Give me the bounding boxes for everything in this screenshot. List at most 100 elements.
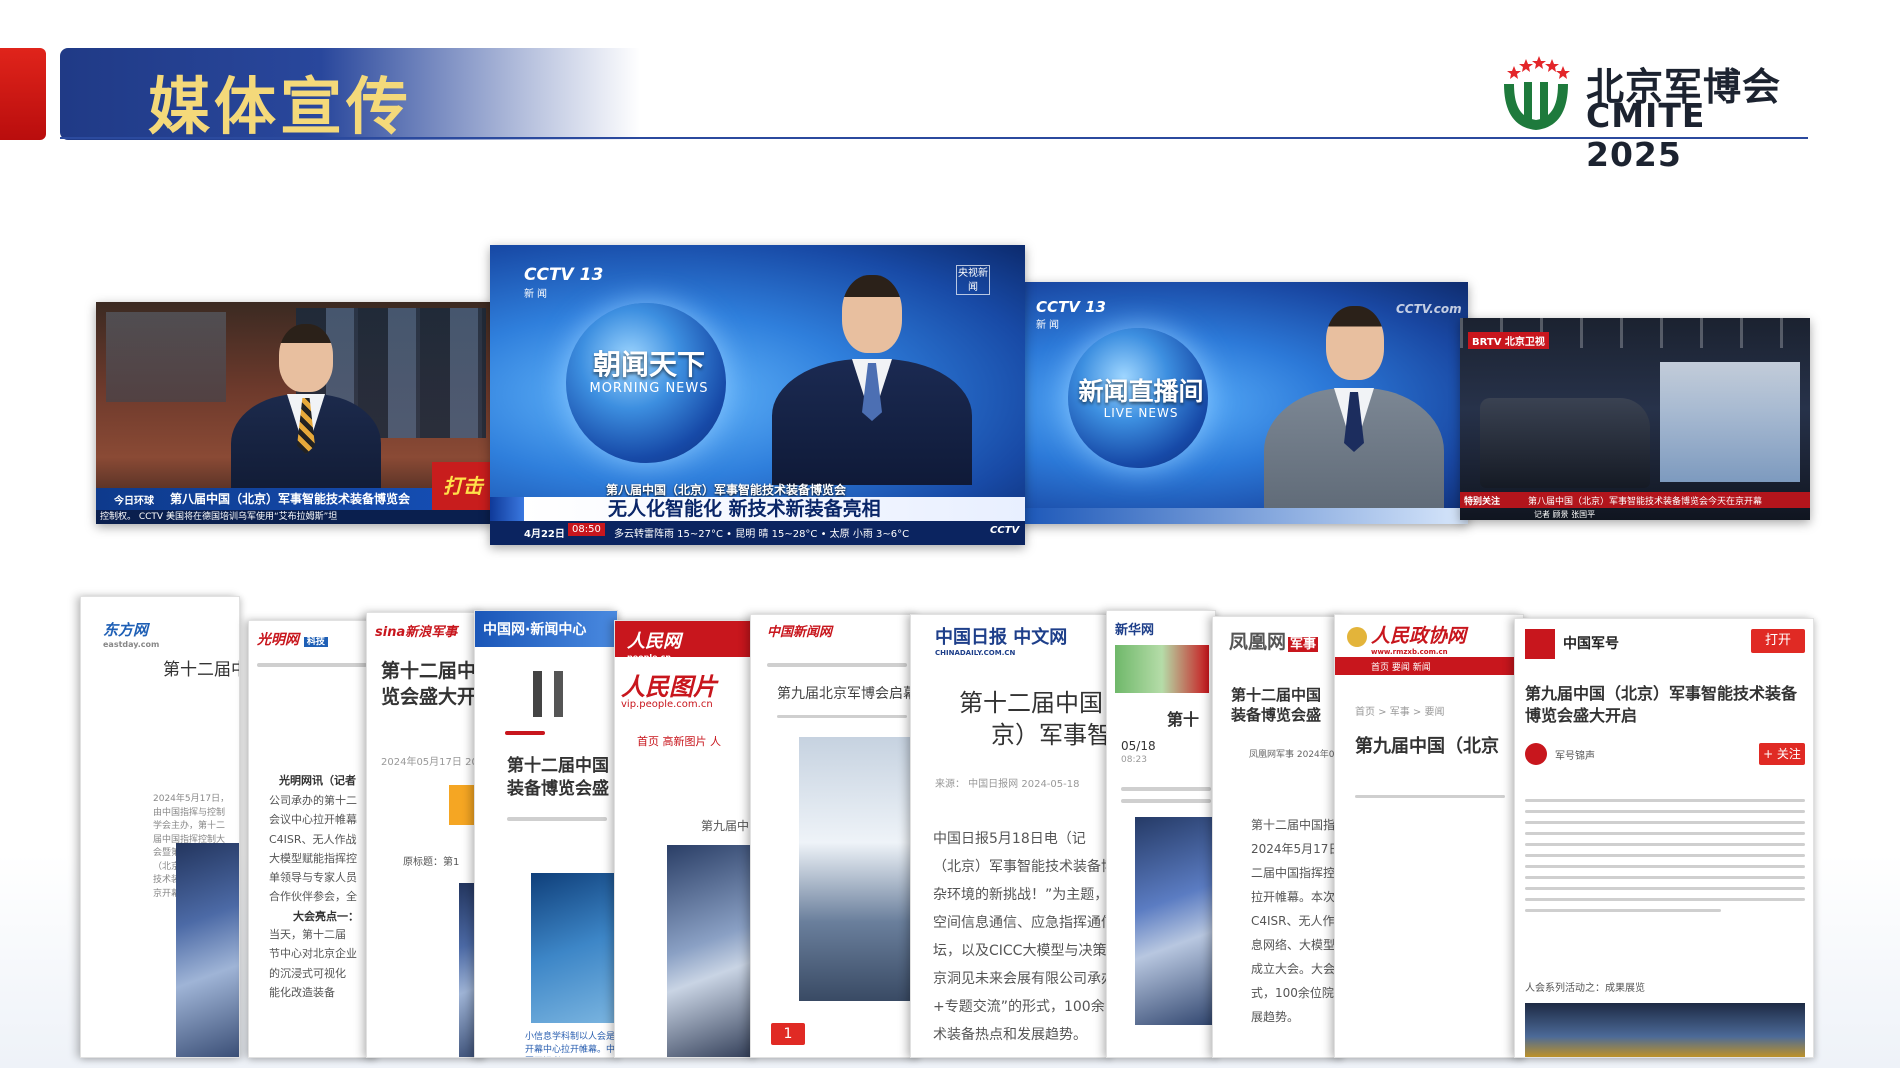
program-subtitle: LIVE NEWS: [1103, 406, 1179, 420]
article-ifeng: 凤凰网军事 第十二届中国装备博览会盛 凤凰网军事 2024年05月17 第十二届…: [1212, 616, 1342, 1058]
sina-logo: sina新浪军事: [375, 625, 458, 640]
article-title: 第九届中国（北京）军事智能技术装备 博览会盛大开启: [1525, 684, 1798, 726]
tv-frame-4: BRTV 北京卫视 特别关注 第八届中国（北京）军事智能技术装备博览会今天在京开…: [1460, 318, 1810, 520]
red-accent-tab: [0, 48, 46, 140]
chinamilitary-icon: [1525, 629, 1555, 659]
chinanet-logo: 中国网·新闻中心: [483, 622, 587, 638]
anchor-figure: [1264, 306, 1444, 524]
banner-text: 第八届中国（北京）军事智能技术装备博览会: [170, 492, 411, 506]
armored-vehicle: [1480, 398, 1650, 488]
cmite-emblem-icon: [1504, 56, 1570, 130]
article-title: 第十: [1167, 710, 1200, 729]
article-title: 第九届北京军博会启幕: [777, 686, 917, 702]
studio-panel: [106, 312, 226, 402]
article-title: 第十二届中国 京）军事智: [959, 689, 1110, 750]
tv-frame-3: CCTV 13 新闻 CCTV.com 新闻直播间 LIVE NEWS: [1016, 282, 1468, 524]
banner-tag: 特别关注: [1464, 497, 1501, 507]
rmzxb-logo: 人民政协网 www.rmzxb.com.cn: [1347, 621, 1466, 656]
article-sina: sina新浪军事 第十二届中 览会盛大开 2024年05月17日 20:23 原标…: [366, 612, 484, 1058]
article-date: 2024年05月17日 20:23: [381, 757, 484, 768]
time-text: 08:50: [568, 523, 605, 536]
header-photo: [515, 671, 575, 717]
eastday-logo: 东方网 eastday.com: [103, 621, 160, 649]
article-source: 凤凰网军事 2024年05月17: [1249, 750, 1341, 760]
program-subtitle: MORNING NEWS: [589, 381, 709, 396]
xinhua-logo: 新华网: [1115, 623, 1155, 638]
people-logo: 人民网 people.cn: [627, 631, 681, 662]
photo-caption: 第九届中: [701, 819, 750, 833]
article-photo: [667, 845, 753, 1057]
article-source: 来源： 中国日报网 2024-05-18: [935, 779, 1080, 790]
nav-links: 首页 要闻 新闻: [1371, 663, 1431, 673]
headline-accent: [490, 497, 524, 521]
news-ticker: 控制权。 CCTV 美国将在德国培训乌军使用“艾布拉姆斯”坦: [96, 510, 494, 524]
headline-text: 无人化智能化 新技术新装备亮相: [608, 498, 881, 520]
anchor-figure: [772, 275, 972, 485]
exhibit-booth: [1660, 362, 1800, 482]
ifeng-logo: 凤凰网 军事: [1229, 631, 1319, 653]
article-chinanet: 中国网·新闻中心 第十二届中国 装备博览会盛 小信息学科制以人会是开幕中心拉开帷幕…: [474, 610, 618, 1058]
article-lead: 光明网讯（记者: [279, 774, 356, 787]
article-xinhua: 新华网 第十 05/18 08:23: [1106, 610, 1216, 1058]
cctv13-logo: CCTV 13 新闻: [1036, 298, 1106, 331]
author-avatar: [1525, 743, 1547, 765]
program-title: 新闻直播间: [1078, 377, 1204, 406]
people-photo-url: vip.people.com.cn: [621, 699, 713, 710]
header-banner: [1115, 645, 1209, 693]
open-button[interactable]: 打开: [1751, 629, 1805, 653]
article-date: 05/18: [1121, 739, 1156, 753]
article-title: 第十二届中国 装备博览会盛: [1231, 686, 1322, 725]
cctv13-logo: CCTV 13 新闻: [524, 265, 604, 300]
people-photo-logo: 人民图片: [621, 673, 717, 701]
article-title: 第十二届中 览会盛大开: [381, 660, 477, 708]
cmite-logo: 北京军博会 CMITE 2025: [1498, 52, 1798, 174]
article-photo: [531, 873, 617, 1023]
robot-dog-photo: [799, 737, 911, 1001]
article-title: 第十二届中国（北京）军: [163, 660, 240, 680]
article-people: 人民网 people.cn 人民图片 vip.people.com.cn 首页 高…: [614, 620, 754, 1058]
article-body: 中国日报5月18日电（记 （北京）军事智能技术装备博 杂环境的新挑战！”为主题， 空间…: [933, 831, 1110, 1043]
article-chinamilitary: 中国军号 打开 第九届中国（北京）军事智能技术装备 博览会盛大开启 军号锦声 + …: [1514, 618, 1814, 1058]
article-eastday: 东方网eastday.com 第十二届中国（北京）军 2024年5月17日，由中…: [80, 596, 240, 1058]
kicker-text: 第八届中国（北京）军事智能技术装备博览会: [606, 483, 847, 497]
gmw-logo: 光明网 科技: [257, 629, 328, 649]
show-watermark: 今日环球: [114, 496, 154, 507]
tv-frame-1: 今日环球 第八届中国（北京）军事智能技术装备博览会 打击 控制权。 CCTV 美…: [96, 302, 494, 524]
page-title: 媒体宣传: [148, 70, 413, 143]
lower-band: [1016, 508, 1468, 524]
station-logo: BRTV 北京卫视: [1468, 332, 1549, 349]
article-photo: [1525, 1003, 1805, 1057]
program-title: 朝闻天下: [592, 348, 705, 381]
article-time: 08:23: [1121, 755, 1147, 765]
author-name: 军号锦声: [1555, 751, 1595, 762]
section-label: 人会系列活动之：成果展览: [1525, 983, 1645, 994]
article-title: 第九届中国（北京: [1355, 736, 1499, 757]
side-banner: 打击: [432, 462, 494, 510]
date-text: 4月22日: [524, 529, 565, 540]
people-nav: 首页 高新图片 人: [637, 735, 721, 748]
article-rmzxb: 人民政协网 www.rmzxb.com.cn 首页 要闻 新闻 首页 > 军事 >…: [1334, 614, 1524, 1058]
anchor-figure: [231, 324, 381, 504]
slide: 媒体宣传 北京军博会 CMITE 2025 今日环球 第八届中国（北京）军事智能…: [0, 0, 1900, 1068]
article-source: 原标题：第1: [403, 857, 460, 868]
article-photo: [176, 843, 239, 1057]
article-body: 公司承办的第十二 会议中心拉开帷幕 C4ISR、无人作战 大模型赋能指挥控 单领导与专…: [269, 794, 357, 904]
header-divider: [60, 137, 1808, 139]
article-body-2: 当天，第十二届 节中心对北京企业 的沉浸式可视化 能化改造装备: [269, 928, 357, 999]
page-number[interactable]: 1: [771, 1023, 805, 1045]
logo-english-text: CMITE 2025: [1586, 96, 1706, 174]
tv-frame-2: CCTV 13 新闻 央视新闻 朝闻天下 MORNING NEWS 第八届中国（北…: [490, 245, 1025, 545]
weather-ticker: 多云转雷阵雨 15~27°C • 昆明 晴 15~28°C • 太原 小雨 3~…: [614, 529, 910, 540]
chinanews-logo: 中国新闻网: [767, 625, 833, 640]
article-title: 第十二届中国 装备博览会盛: [507, 756, 609, 799]
follow-button[interactable]: + 关注: [1759, 743, 1805, 765]
credit-text: 记者 顾景 张国平: [1534, 510, 1596, 519]
cctv-bug: CCTV: [990, 525, 1020, 536]
chinamilitary-logo: 中国军号: [1563, 636, 1619, 652]
chinadaily-logo: 中国日报 中文网 CHINADAILY.COM.CN: [935, 627, 1068, 657]
article-chinadaily: 中国日报 中文网 CHINADAILY.COM.CN 第十二届中国 京）军事智 来源…: [910, 614, 1110, 1058]
article-chinanews: 中国新闻网 第九届北京军博会启幕 1: [750, 614, 918, 1058]
article-body: 第十二届中国指 2024年5月17日 二届中国指挥控 拉开帷幕。本次大 C4ISR、无…: [1251, 818, 1342, 1024]
article-photo: [1135, 817, 1215, 1025]
photo-caption: 小信息学科制以人会是开幕中心拉开帷幕。中国网记者: [525, 1032, 616, 1055]
